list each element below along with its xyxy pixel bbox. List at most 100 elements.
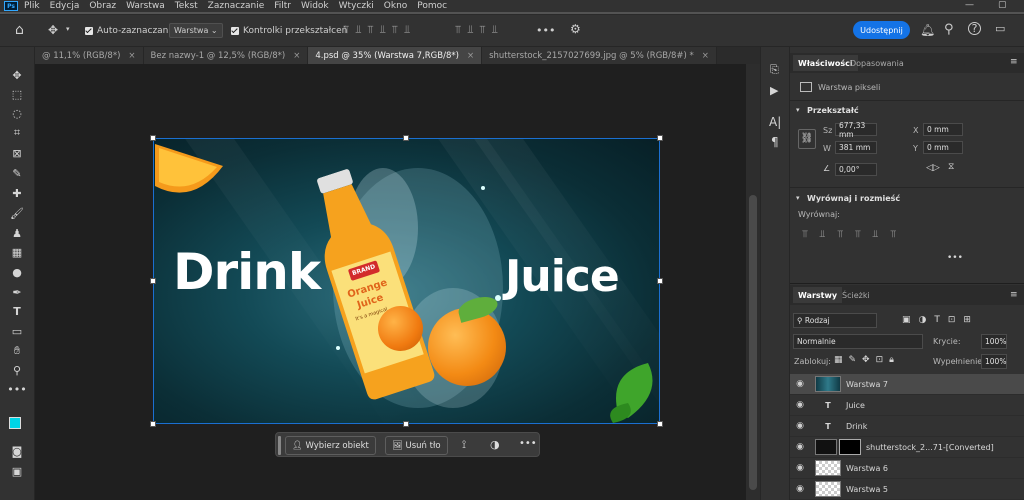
foreground-color-swatch[interactable] (9, 417, 21, 429)
more-options-icon[interactable]: ••• (519, 438, 537, 449)
tab-document-2[interactable]: Bez nazwy-1 @ 12,5% (RGB/8*) × (143, 47, 309, 64)
fill-field[interactable]: 100% (981, 354, 1007, 369)
workspace-icon[interactable]: ▭ (995, 22, 1005, 35)
transform-handle[interactable] (657, 278, 663, 284)
visibility-eye-icon[interactable]: ◉ (790, 484, 810, 494)
minimize-icon[interactable]: — (965, 0, 974, 10)
tab-adjustments[interactable]: Dopasowania (850, 55, 904, 71)
transform-controls-toggle[interactable]: Kontrolki przekształceń (231, 26, 347, 36)
menu-edit[interactable]: Edycja (50, 1, 80, 11)
search-icon[interactable]: ⚲ (944, 22, 954, 37)
brush-tool-icon[interactable]: 🖌︎ (8, 205, 26, 221)
transform-handle[interactable] (403, 135, 409, 141)
tab-document-4[interactable]: shutterstock_2157027699.jpg @ 5% (RGB/8#… (482, 47, 717, 64)
drag-handle[interactable] (278, 436, 281, 455)
align-buttons[interactable]: ⫪⫫⫪⫫⫪⫫ (343, 23, 416, 37)
eyedropper-tool-icon[interactable]: ✎ (8, 165, 26, 181)
align-buttons[interactable]: ⫪⫫⫪⫪⫫⫪ (802, 229, 908, 240)
auto-select-toggle[interactable]: Auto-zaznaczanie: (85, 26, 179, 36)
menu-help[interactable]: Pomoc (417, 1, 447, 11)
help-icon[interactable]: ? (968, 22, 981, 35)
remove-background-button[interactable]: 🖼︎ Usuń tło (385, 436, 448, 455)
transform-handle[interactable] (150, 135, 156, 141)
more-options-icon[interactable]: ••• (536, 24, 555, 37)
height-field[interactable]: 381 mm (835, 141, 877, 154)
menu-file[interactable]: Plik (24, 1, 40, 11)
select-subject-button[interactable]: 👤︎ Wybierz obiekt (285, 436, 376, 455)
visibility-eye-icon[interactable]: ◉ (790, 442, 810, 452)
transform-bounding-box[interactable] (153, 138, 660, 424)
more-options-icon[interactable]: ••• (947, 253, 963, 263)
zoom-tool-icon[interactable]: ⚲ (8, 362, 26, 378)
visibility-eye-icon[interactable]: ◉ (790, 400, 810, 410)
mask-icon[interactable]: ◑ (490, 438, 500, 451)
transform-handle[interactable] (150, 421, 156, 427)
pen-tool-icon[interactable]: ✒ (8, 284, 26, 300)
bell-icon[interactable]: 🔔︎ (920, 23, 935, 37)
tab-document-3[interactable]: 4.psd @ 35% (Warstwa 7,RGB/8*) × (308, 47, 483, 64)
distribute-buttons[interactable]: ⫪⫫⫪⫫ (455, 23, 504, 37)
blend-mode-dropdown[interactable]: Normalnie (793, 334, 923, 349)
home-icon[interactable]: ⌂ (15, 22, 24, 38)
flip-vertical-icon[interactable]: ⧖ (948, 162, 954, 172)
type-tool-icon[interactable]: T (8, 303, 26, 319)
menu-select[interactable]: Zaznaczanie (208, 1, 265, 11)
flip-horizontal-icon[interactable]: ◁▷ (926, 163, 940, 173)
gear-icon[interactable]: ⚙ (570, 22, 581, 36)
hand-tool-icon[interactable]: ✋︎ (8, 343, 26, 359)
screen-mode-icon[interactable]: ▣ (8, 463, 26, 479)
tab-paths[interactable]: Ścieżki (842, 287, 870, 303)
panel-menu-icon[interactable]: ≡ (1010, 57, 1018, 67)
scrollbar-thumb[interactable] (749, 195, 757, 490)
frame-tool-icon[interactable]: ⊠ (8, 145, 26, 161)
menu-filter[interactable]: Filtr (274, 1, 291, 11)
character-panel-icon[interactable]: A| (769, 115, 781, 129)
link-dimensions-icon[interactable]: ⛓ (798, 129, 816, 149)
layer-row[interactable]: ◉ shutterstock_2...71-[Converted] (790, 437, 1024, 458)
layer-filter-dropdown[interactable]: ⚲ Rodzaj (793, 313, 877, 328)
layer-row[interactable]: ◉ Warstwa 6 (790, 458, 1024, 479)
menu-plugins[interactable]: Wtyczki (339, 1, 374, 11)
visibility-eye-icon[interactable]: ◉ (790, 463, 810, 473)
panel-menu-icon[interactable]: ≡ (1010, 290, 1018, 300)
chevron-down-icon[interactable]: ▾ (66, 25, 70, 33)
paragraph-panel-icon[interactable]: ¶ (771, 135, 779, 149)
tab-document-1[interactable]: @ 11,1% (RGB/8*) × (35, 47, 144, 64)
tab-layers[interactable]: Warstwy (793, 287, 843, 303)
y-field[interactable]: 0 mm (923, 141, 963, 154)
close-icon[interactable]: × (128, 51, 135, 61)
width-field[interactable]: 677,33 mm (835, 121, 877, 139)
move-tool-icon[interactable]: ✥ (8, 67, 26, 83)
auto-select-dropdown[interactable]: Warstwa ⌄ (169, 23, 223, 38)
transform-icon[interactable]: ⟟ (462, 438, 466, 452)
filter-icons[interactable]: ▣◑T⊡⊞ (902, 315, 979, 325)
crop-tool-icon[interactable]: ⌗ (8, 125, 26, 141)
layer-row[interactable]: ◉ T Juice (790, 395, 1024, 416)
gradient-tool-icon[interactable]: ▦ (8, 244, 26, 260)
menu-image[interactable]: Obraz (89, 1, 116, 11)
layer-row[interactable]: ◉ T Drink (790, 416, 1024, 437)
x-field[interactable]: 0 mm (923, 123, 963, 136)
menu-window[interactable]: Okno (384, 1, 408, 11)
history-icon[interactable]: ⎘ (770, 63, 779, 77)
layer-row[interactable]: ◉ Warstwa 5 (790, 479, 1024, 500)
chevron-down-icon[interactable]: ▾ (796, 106, 800, 114)
maximize-icon[interactable]: ▢ (998, 0, 1007, 10)
transform-handle[interactable] (657, 421, 663, 427)
dodge-tool-icon[interactable]: ● (8, 264, 26, 280)
angle-field[interactable]: 0,00° (835, 163, 877, 176)
shape-tool-icon[interactable]: ▭ (8, 323, 26, 339)
tab-properties[interactable]: Właściwości (793, 55, 858, 71)
menu-view[interactable]: Widok (301, 1, 329, 11)
share-button[interactable]: Udostępnij (853, 21, 910, 39)
stamp-tool-icon[interactable]: ♟ (8, 225, 26, 241)
transform-handle[interactable] (403, 421, 409, 427)
visibility-eye-icon[interactable]: ◉ (790, 421, 810, 431)
opacity-field[interactable]: 100% (981, 334, 1007, 349)
menu-type[interactable]: Tekst (175, 1, 198, 11)
menu-layer[interactable]: Warstwa (126, 1, 165, 11)
lasso-tool-icon[interactable]: ◌ (8, 105, 26, 121)
transform-handle[interactable] (150, 278, 156, 284)
close-icon[interactable]: × (293, 51, 300, 61)
transform-handle[interactable] (657, 135, 663, 141)
